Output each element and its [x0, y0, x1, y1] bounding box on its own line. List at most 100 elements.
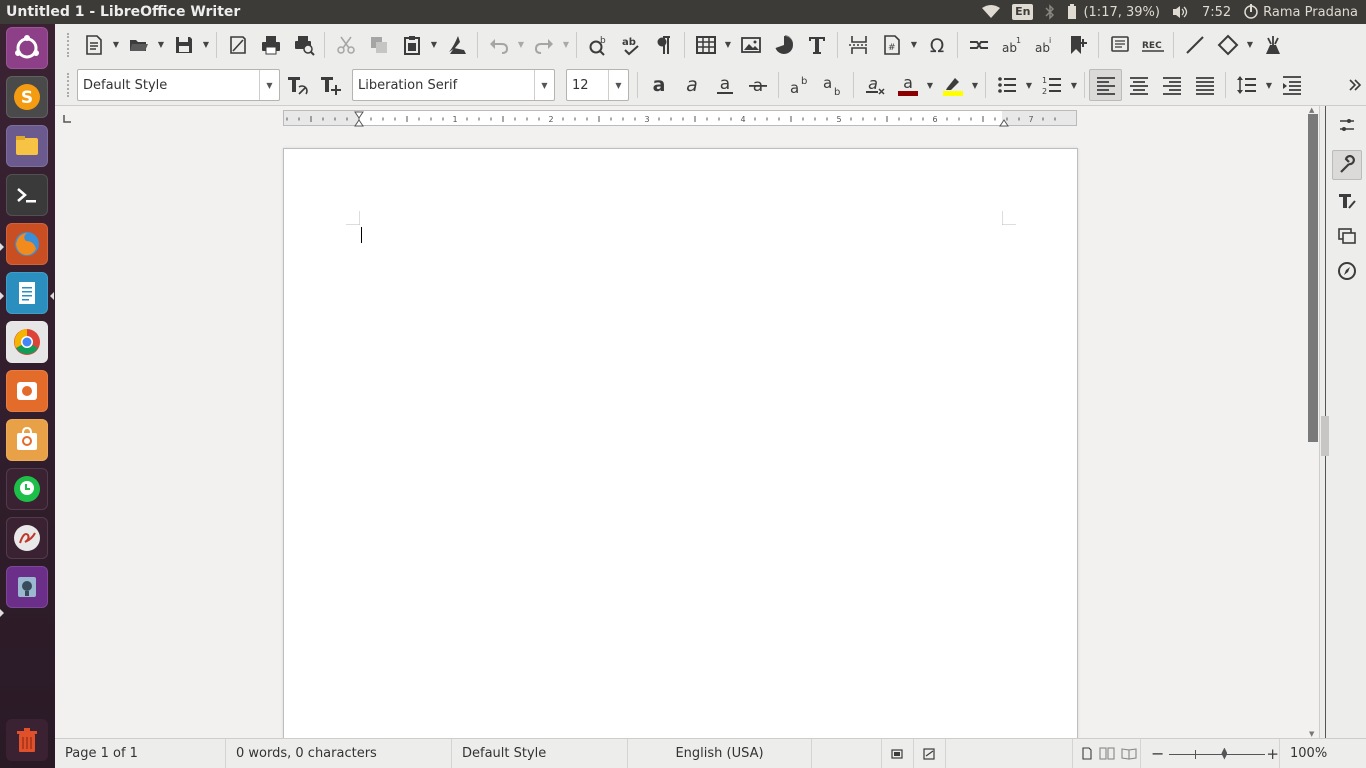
navigator-icon[interactable] — [1332, 256, 1362, 286]
book-view-icon[interactable] — [1121, 747, 1137, 760]
clone-formatting-icon[interactable] — [440, 29, 473, 61]
table-dropdown-arrow[interactable]: ▼ — [722, 29, 734, 61]
bulleted-list-icon[interactable] — [990, 69, 1023, 101]
bluetooth-icon[interactable] — [1045, 4, 1055, 20]
sidebar-settings-icon[interactable] — [1332, 110, 1362, 140]
basic-shapes-icon[interactable] — [1211, 29, 1244, 61]
gallery-icon[interactable] — [1332, 221, 1362, 251]
new-style-icon[interactable] — [313, 69, 346, 101]
superscript-icon[interactable]: ab — [783, 69, 816, 101]
chrome-icon[interactable] — [6, 321, 48, 363]
toolbar-grip[interactable] — [67, 73, 71, 97]
keyboard-language-indicator[interactable]: En — [1012, 4, 1034, 20]
ubuntu-software-icon[interactable] — [6, 419, 48, 461]
multi-page-view-icon[interactable] — [1099, 747, 1115, 760]
bullets-dropdown-arrow[interactable]: ▼ — [1023, 69, 1035, 101]
sidebar-collapse-handle[interactable] — [1321, 416, 1329, 456]
italic-icon[interactable]: a — [675, 69, 708, 101]
chevron-down-icon[interactable]: ▼ — [259, 70, 279, 100]
shapes-dropdown-arrow[interactable]: ▼ — [1244, 29, 1256, 61]
insert-endnote-icon[interactable]: ab i — [1028, 29, 1061, 61]
justify-icon[interactable] — [1188, 69, 1221, 101]
font-color-icon[interactable]: a — [891, 69, 924, 101]
find-replace-icon[interactable]: b — [581, 29, 614, 61]
align-right-icon[interactable] — [1155, 69, 1188, 101]
spelling-icon[interactable]: ab — [614, 29, 647, 61]
print-preview-icon[interactable] — [287, 29, 320, 61]
cut-icon[interactable] — [329, 29, 362, 61]
export-pdf-icon[interactable] — [221, 29, 254, 61]
bold-icon[interactable]: a — [642, 69, 675, 101]
page-count[interactable]: Page 1 of 1 — [55, 739, 226, 768]
styles-icon[interactable] — [1332, 186, 1362, 216]
strikethrough-icon[interactable]: a — [741, 69, 774, 101]
redo-dropdown-arrow[interactable]: ▼ — [560, 29, 572, 61]
formatting-marks-icon[interactable] — [647, 29, 680, 61]
numbering-dropdown-arrow[interactable]: ▼ — [1068, 69, 1080, 101]
terminal-icon[interactable] — [6, 174, 48, 216]
paragraph-style-combo[interactable]: Default Style ▼ — [77, 69, 280, 101]
open-dropdown-arrow[interactable]: ▼ — [155, 29, 167, 61]
save-icon[interactable] — [167, 29, 200, 61]
insert-line-icon[interactable] — [1178, 29, 1211, 61]
paragraph-spacing-icon[interactable] — [1275, 69, 1308, 101]
align-center-icon[interactable] — [1122, 69, 1155, 101]
files-icon[interactable] — [6, 125, 48, 167]
numbered-list-icon[interactable]: 12 — [1035, 69, 1068, 101]
new-dropdown-arrow[interactable]: ▼ — [110, 29, 122, 61]
undo-icon[interactable] — [482, 29, 515, 61]
paste-dropdown-arrow[interactable]: ▼ — [428, 29, 440, 61]
special-character-icon[interactable]: Ω — [920, 29, 953, 61]
app-orange-icon[interactable] — [6, 370, 48, 412]
font-name-combo[interactable]: Liberation Serif ▼ — [352, 69, 555, 101]
horizontal-ruler[interactable]: 1 2 3 4 5 6 7 — [283, 110, 1077, 127]
new-document-icon[interactable] — [77, 29, 110, 61]
screenshot-app-icon[interactable] — [6, 566, 48, 608]
chevron-down-icon[interactable]: ▼ — [608, 70, 628, 100]
single-page-view-icon[interactable] — [1081, 747, 1093, 760]
insert-textbox-icon[interactable] — [800, 29, 833, 61]
update-style-icon[interactable] — [280, 69, 313, 101]
copy-icon[interactable] — [362, 29, 395, 61]
ubuntu-dash-icon[interactable] — [6, 27, 48, 69]
zoom-percentage[interactable]: 100% — [1279, 739, 1337, 768]
volume-icon[interactable] — [1172, 5, 1190, 19]
page-style[interactable]: Default Style — [452, 739, 628, 768]
print-icon[interactable] — [254, 29, 287, 61]
paste-icon[interactable] — [395, 29, 428, 61]
zoom-slider-thumb[interactable] — [1221, 747, 1228, 760]
line-spacing-dropdown-arrow[interactable]: ▼ — [1263, 69, 1275, 101]
trash-icon[interactable] — [6, 719, 48, 761]
sublime-text-icon[interactable]: S — [6, 76, 48, 118]
vertical-scrollbar[interactable]: ▲ ▼ — [1307, 106, 1319, 738]
insert-comment-icon[interactable] — [1103, 29, 1136, 61]
insert-image-icon[interactable] — [734, 29, 767, 61]
page-break-icon[interactable] — [842, 29, 875, 61]
track-changes-icon[interactable]: REC — [1136, 29, 1169, 61]
insert-table-icon[interactable] — [689, 29, 722, 61]
zoom-slider[interactable] — [1169, 747, 1266, 760]
highlight-dropdown-arrow[interactable]: ▼ — [969, 69, 981, 101]
toolbar-grip[interactable] — [67, 32, 71, 57]
zoom-in-icon[interactable]: + — [1266, 745, 1279, 763]
wifi-icon[interactable] — [982, 5, 1001, 19]
highlight-color-icon[interactable] — [936, 69, 969, 101]
battery-indicator[interactable]: (1:17, 39%) — [1067, 4, 1160, 20]
document-page[interactable] — [283, 148, 1078, 738]
word-count[interactable]: 0 words, 0 characters — [226, 739, 452, 768]
clear-formatting-icon[interactable]: a — [858, 69, 891, 101]
redo-icon[interactable] — [527, 29, 560, 61]
libreoffice-writer-icon[interactable] — [6, 272, 48, 314]
insert-chart-icon[interactable] — [767, 29, 800, 61]
save-dropdown-arrow[interactable]: ▼ — [200, 29, 212, 61]
open-folder-icon[interactable] — [122, 29, 155, 61]
scroll-up-arrow[interactable]: ▲ — [1309, 106, 1314, 114]
properties-wrench-icon[interactable] — [1332, 150, 1362, 180]
field-dropdown-arrow[interactable]: ▼ — [908, 29, 920, 61]
firefox-icon[interactable] — [6, 223, 48, 265]
subscript-icon[interactable]: ab — [816, 69, 849, 101]
chevron-down-icon[interactable]: ▼ — [534, 70, 554, 100]
scrollbar-thumb[interactable] — [1308, 114, 1318, 442]
undo-dropdown-arrow[interactable]: ▼ — [515, 29, 527, 61]
insert-field-icon[interactable]: # — [875, 29, 908, 61]
